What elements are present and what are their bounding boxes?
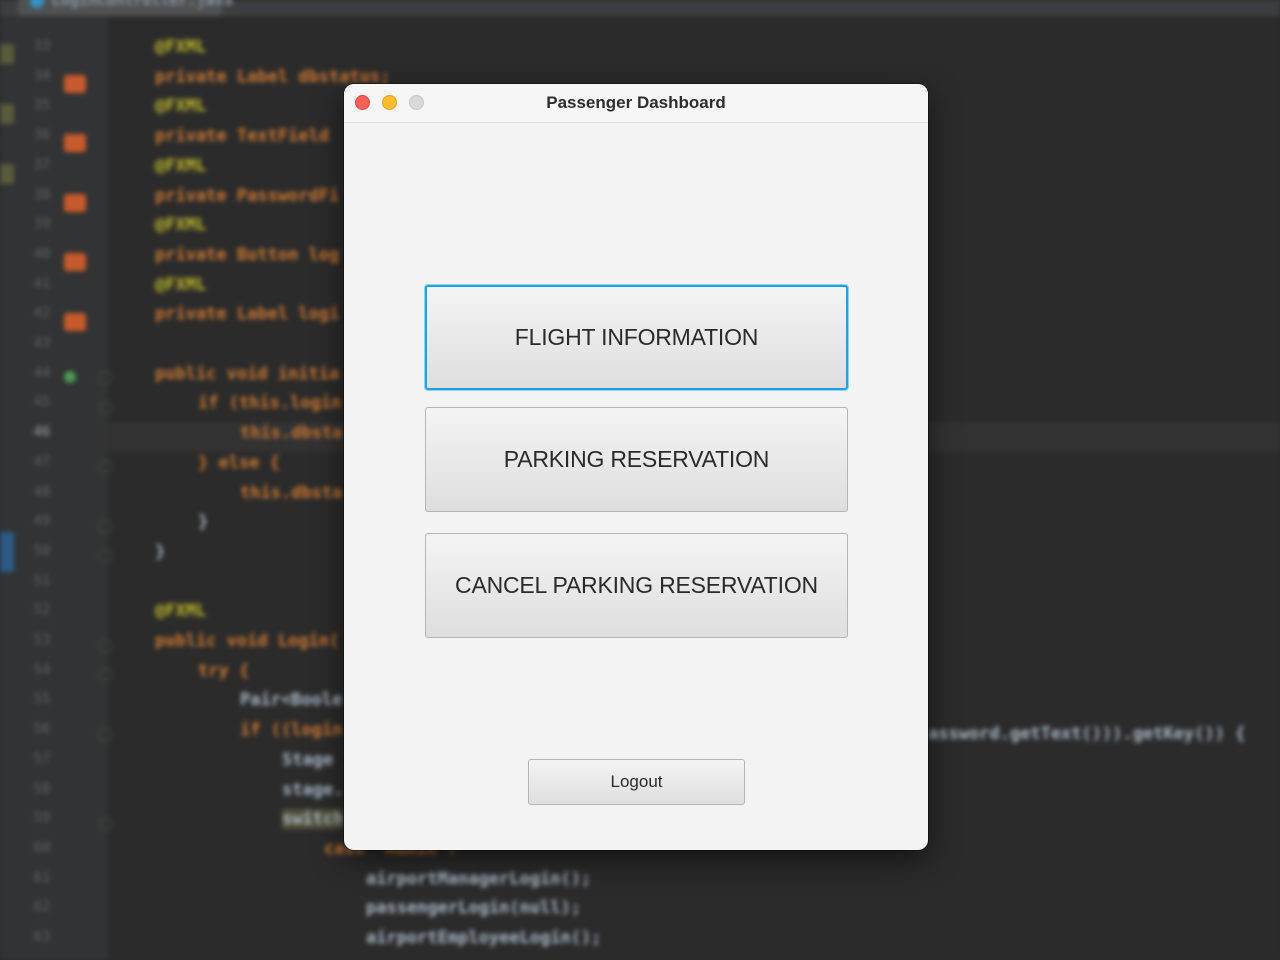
- field-icon: [64, 75, 86, 93]
- fold-icon: [98, 668, 112, 682]
- editor-tab-bar: LoginController.java: [0, 0, 1280, 16]
- line-number: 45: [33, 394, 51, 411]
- code-line: @FXML: [155, 37, 207, 57]
- code-line: @FXML: [155, 215, 207, 236]
- line-number: 41: [33, 275, 51, 292]
- line-number: 61: [33, 869, 51, 886]
- code-line: public void initia: [155, 363, 340, 384]
- code-line: airportManagerLogin();: [366, 868, 592, 889]
- code-line: private Button log: [155, 244, 340, 265]
- line-number: 44: [33, 364, 51, 381]
- fold-icon: [98, 460, 112, 474]
- code-line: private PasswordFi: [155, 185, 340, 206]
- title-bar: Passenger Dashboard: [344, 84, 928, 123]
- line-number: 56: [33, 721, 51, 738]
- line-number: 39: [33, 216, 51, 233]
- field-icon: [64, 313, 86, 331]
- fold-icon: [98, 371, 112, 385]
- code-line: this.dbsta: [240, 423, 343, 444]
- line-number: 49: [33, 513, 51, 530]
- editor-tab-label: LoginController.java: [52, 0, 233, 9]
- flight-information-button[interactable]: FLIGHT INFORMATION: [425, 285, 848, 390]
- line-number: 57: [33, 750, 51, 767]
- line-number: 59: [33, 810, 51, 827]
- line-number: 48: [33, 483, 51, 500]
- code-line: try {: [198, 660, 250, 681]
- line-number: 40: [33, 245, 51, 262]
- line-number: 62: [33, 899, 51, 916]
- line-number: 50: [33, 542, 51, 559]
- window-title: Passenger Dashboard: [546, 93, 726, 112]
- fold-icon: [98, 520, 112, 534]
- code-fragment-right: assword.getText())).getKey()) {: [928, 724, 1246, 744]
- code-line: @FXML: [155, 96, 207, 117]
- line-number: 58: [33, 780, 51, 797]
- line-number: 52: [33, 602, 51, 619]
- fold-icon: [98, 549, 112, 563]
- parking-reservation-button[interactable]: PARKING RESERVATION: [425, 407, 848, 512]
- line-number: 34: [33, 67, 51, 84]
- line-number: 46: [33, 424, 51, 441]
- code-line: public void Login(: [155, 631, 340, 651]
- line-number: 33: [33, 38, 51, 54]
- code-line: switch: [282, 809, 344, 830]
- line-number: 51: [33, 572, 51, 589]
- code-line: }: [198, 512, 209, 533]
- method-icon: [64, 371, 76, 383]
- field-icon: [64, 253, 86, 271]
- logout-button[interactable]: Logout: [528, 759, 745, 805]
- fold-icon: [98, 817, 112, 831]
- code-line: @FXML: [155, 155, 207, 176]
- passenger-dashboard-window: Passenger Dashboard FLIGHT INFORMATION P…: [344, 84, 928, 850]
- code-line: private TextField: [155, 126, 329, 147]
- line-number: 63: [33, 929, 51, 945]
- code-line: this.dbsta: [240, 482, 343, 503]
- code-line: @FXML: [155, 274, 207, 295]
- line-number: 36: [33, 127, 51, 144]
- code-line: airportEmployeeLogin();: [366, 928, 602, 948]
- left-tool-strip: [0, 16, 14, 960]
- code-line: @FXML: [155, 601, 207, 622]
- code-line: } else {: [198, 452, 280, 473]
- code-line: passengerLogin(null);: [366, 898, 581, 919]
- fold-icon: [98, 639, 112, 653]
- line-number: 42: [33, 305, 51, 322]
- line-number: 43: [33, 335, 51, 351]
- line-number: 55: [33, 691, 51, 708]
- line-number: 60: [33, 839, 51, 856]
- line-number: 54: [33, 661, 51, 678]
- line-number: 37: [33, 156, 51, 173]
- line-number: 35: [33, 97, 51, 114]
- line-number: 53: [33, 632, 51, 648]
- code-line: stage.: [282, 779, 344, 800]
- fold-icon: [98, 728, 112, 742]
- code-line: private Label logi: [155, 304, 340, 325]
- fold-icon: [98, 401, 112, 415]
- line-number: 38: [33, 186, 51, 203]
- line-number: 47: [33, 453, 51, 470]
- code-line: Pair<Boole: [240, 690, 343, 711]
- code-line: }: [155, 541, 166, 562]
- code-line: if (this.login: [198, 393, 342, 414]
- field-icon: [64, 194, 86, 212]
- field-icon: [64, 134, 86, 152]
- code-line: if ((login: [240, 720, 343, 741]
- cancel-parking-reservation-button[interactable]: CANCEL PARKING RESERVATION: [425, 533, 848, 638]
- code-line: Stage: [282, 749, 334, 770]
